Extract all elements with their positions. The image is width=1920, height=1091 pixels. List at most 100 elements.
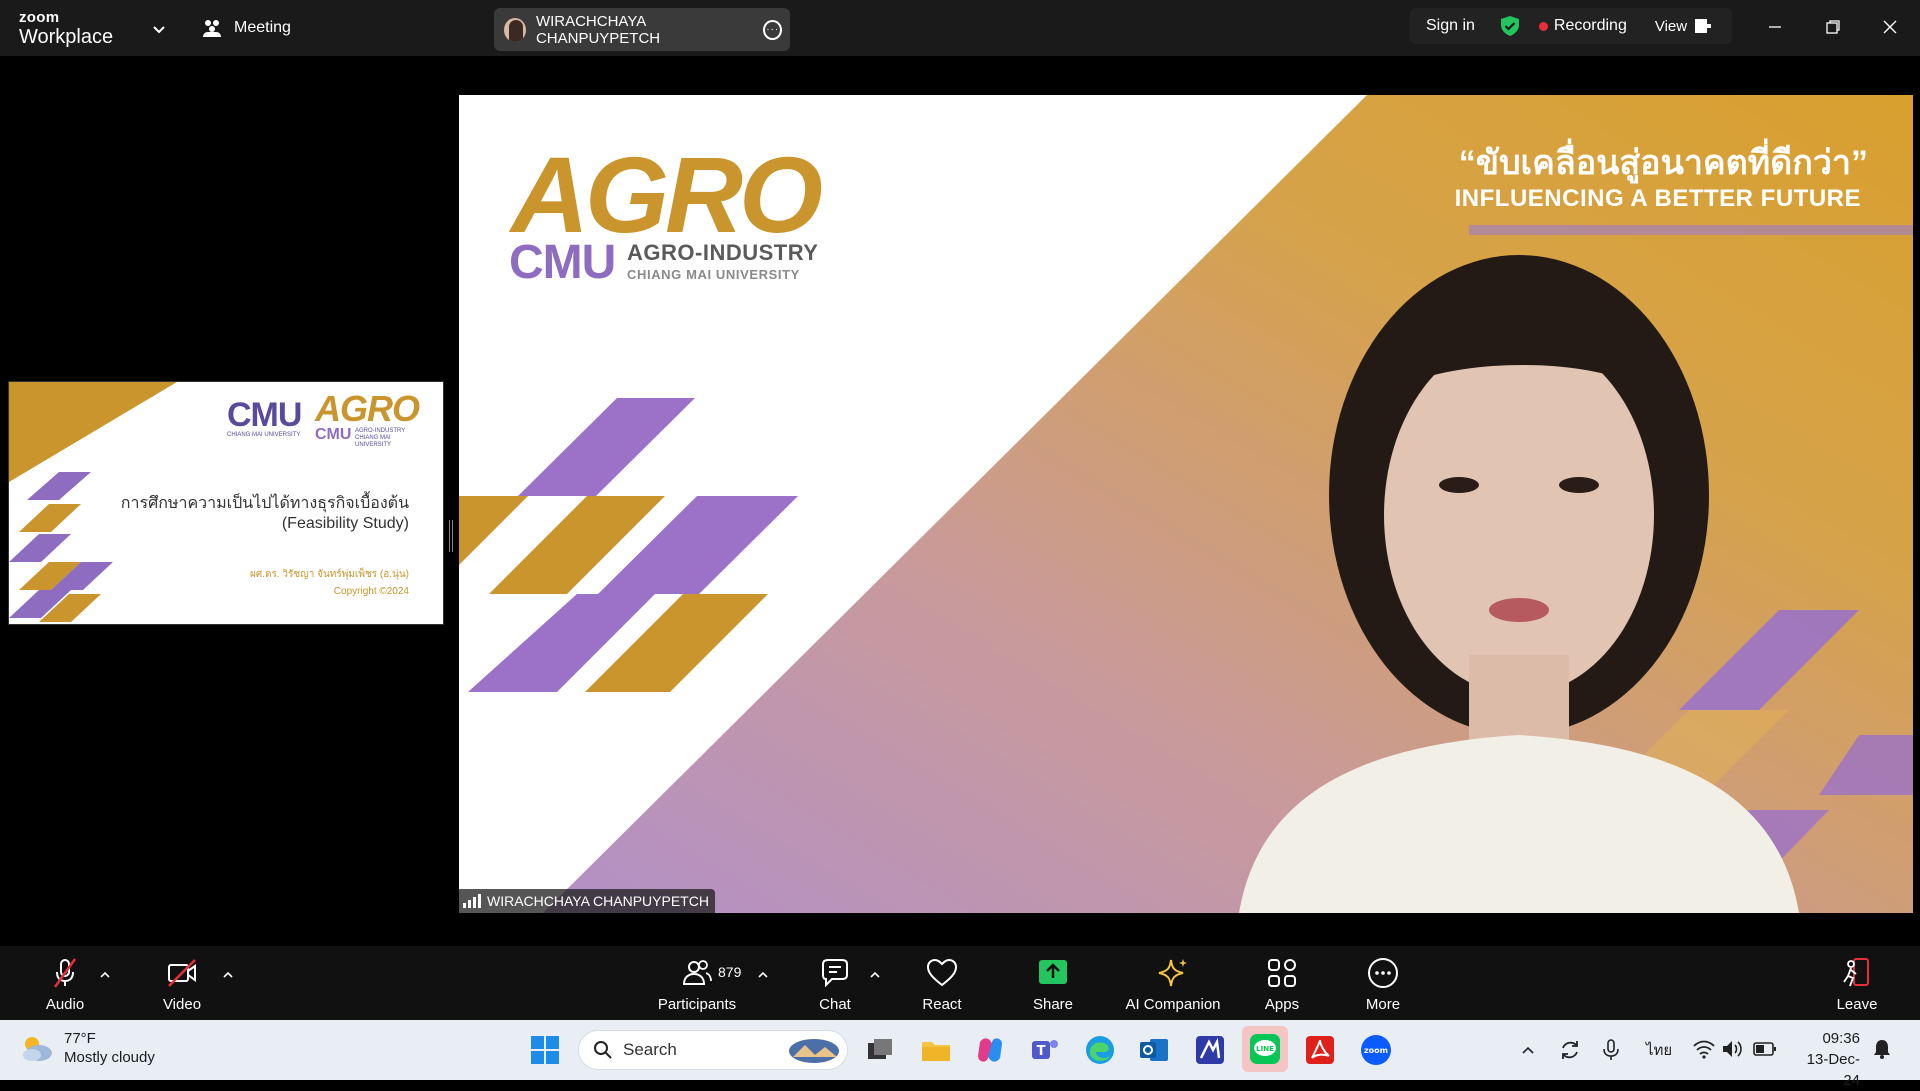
weather-temperature: 77°F xyxy=(64,1030,96,1047)
participants-icon xyxy=(682,960,712,985)
audio-options-caret-icon[interactable] xyxy=(98,968,112,982)
ai-companion-label: AI Companion xyxy=(1125,996,1221,1013)
restore-button[interactable] xyxy=(1818,14,1848,40)
close-button[interactable] xyxy=(1875,14,1905,40)
apps-button[interactable]: Apps xyxy=(1237,956,1327,1013)
video-options-caret-icon[interactable] xyxy=(221,968,235,982)
leave-button[interactable]: Leave xyxy=(1812,956,1902,1013)
slogan-thai: “ขับเคลื่อนสู่อนาคตที่ดีกว่า” xyxy=(1458,144,1868,182)
taskbar-search-box[interactable]: Search xyxy=(578,1030,848,1070)
share-button[interactable]: Share xyxy=(1008,956,1098,1013)
volume-icon[interactable] xyxy=(1720,1038,1744,1060)
chat-label: Chat xyxy=(819,996,851,1013)
search-icon xyxy=(594,1041,612,1059)
svg-text:T: T xyxy=(1037,1044,1046,1059)
cloudy-weather-icon xyxy=(23,1037,52,1061)
restore-icon xyxy=(1826,20,1840,34)
resize-handle[interactable] xyxy=(449,520,454,552)
sync-icon[interactable] xyxy=(1558,1038,1582,1062)
recording-label: Recording xyxy=(1553,17,1627,34)
view-button[interactable]: View xyxy=(1654,17,1712,35)
chiang-mai-university-text: CHIANG MAI UNIVERSITY xyxy=(627,267,800,282)
copilot-icon[interactable] xyxy=(972,1032,1008,1068)
share-label: Share xyxy=(1032,996,1074,1013)
acrobat-icon[interactable] xyxy=(1302,1032,1338,1068)
chat-bubble-icon xyxy=(822,959,848,988)
weather-widget[interactable]: 77°F Mostly cloudy xyxy=(20,1029,155,1067)
slide-credits: ผศ.ดร. วิรัชญา จันทร์พุ่มเพ็ชร (อ.นุ่น) … xyxy=(250,566,409,600)
meeting-titlebar: zoom Workplace Meeting WIRACHCHAYA CHANP… xyxy=(0,0,1920,56)
zoom-workplace-logo[interactable]: zoom Workplace xyxy=(19,10,113,47)
edge-icon[interactable] xyxy=(1082,1032,1118,1068)
brand-small: zoom xyxy=(19,9,60,26)
teams-icon[interactable]: T xyxy=(1027,1032,1063,1068)
leave-label: Leave xyxy=(1836,996,1878,1013)
chat-button[interactable]: Chat xyxy=(790,956,880,1013)
speaker-avatar xyxy=(504,17,526,42)
more-button[interactable]: More xyxy=(1338,956,1428,1013)
input-language[interactable]: ไทย xyxy=(1646,1038,1672,1062)
slide-copyright: Copyright ©2024 xyxy=(333,586,409,597)
zoom-taskbar-icon[interactable]: zoom xyxy=(1358,1032,1394,1068)
active-speaker-pill[interactable]: WIRACHCHAYA CHANPUYPETCH ··· xyxy=(494,8,790,51)
code-editor-icon[interactable] xyxy=(1192,1032,1228,1068)
ai-companion-button[interactable]: AI Companion xyxy=(1113,956,1233,1013)
view-label: View xyxy=(1654,17,1688,35)
recording-indicator[interactable]: Recording xyxy=(1538,17,1627,35)
svg-text:zoom: zoom xyxy=(1364,1046,1388,1055)
search-placeholder: Search xyxy=(623,1040,677,1059)
microphone-muted-icon xyxy=(53,958,77,988)
shared-slide-thumbnail[interactable]: CMU CHIANG MAI UNIVERSITY AGRO CMU AGRO-… xyxy=(8,381,444,625)
minimize-button[interactable] xyxy=(1760,14,1790,40)
windows-taskbar: 77°F Mostly cloudy Search T LINE zoom ไท… xyxy=(0,1020,1920,1089)
windows-start-icon[interactable] xyxy=(527,1032,563,1068)
agro-logo-text: AGRO xyxy=(315,388,420,429)
encryption-shield-icon[interactable] xyxy=(1499,15,1521,37)
sign-in-button[interactable]: Sign in xyxy=(1426,17,1475,35)
outlook-icon[interactable] xyxy=(1136,1032,1172,1068)
microphone-tray-icon[interactable] xyxy=(1600,1038,1622,1062)
meeting-controls-bar: Audio Video Participants 879 Chat React … xyxy=(0,946,1920,1020)
heart-icon xyxy=(926,958,958,987)
more-dots-icon xyxy=(1368,958,1398,988)
show-hidden-icons-chevron-icon[interactable] xyxy=(1520,1042,1536,1058)
agro-industry-text: AGRO-INDUSTRY xyxy=(627,240,819,265)
slogan-english: INFLUENCING A BETTER FUTURE xyxy=(1454,185,1861,212)
meeting-label: Meeting xyxy=(234,19,291,36)
meeting-info-button[interactable]: Meeting xyxy=(200,16,291,40)
audio-button[interactable]: Audio xyxy=(20,956,110,1013)
battery-icon[interactable] xyxy=(1752,1038,1778,1060)
topbar-right-group: Sign in Recording View xyxy=(1410,8,1732,44)
notification-bell-icon[interactable] xyxy=(1872,1038,1892,1060)
share-screen-icon xyxy=(1039,960,1067,984)
line-app-highlight[interactable]: LINE xyxy=(1242,1026,1288,1072)
chevron-down-icon[interactable] xyxy=(150,20,168,38)
svg-text:LINE: LINE xyxy=(1256,1045,1274,1053)
line-app-icon: LINE xyxy=(1250,1034,1280,1064)
meeting-people-icon xyxy=(203,20,221,37)
camera-off-icon xyxy=(168,959,196,987)
participant-name: WIRACHCHAYA CHANPUYPETCH xyxy=(487,893,709,909)
task-view-icon[interactable] xyxy=(862,1032,898,1068)
slide-author: ผศ.ดร. วิรัชญา จันทร์พุ่มเพ็ชร (อ.นุ่น) xyxy=(250,569,409,580)
leave-door-icon xyxy=(1843,958,1869,987)
cmu-logo-text: CMU xyxy=(227,396,302,434)
clock-date: 13-Dec-24 xyxy=(1806,1051,1860,1089)
video-button[interactable]: Video xyxy=(137,956,227,1013)
file-explorer-icon[interactable] xyxy=(918,1032,954,1068)
react-button[interactable]: React xyxy=(897,956,987,1013)
active-speaker-name: WIRACHCHAYA CHANPUYPETCH xyxy=(535,12,661,47)
participants-label: Participants xyxy=(657,996,737,1013)
slide-title: การศึกษาความเป็นไปได้ทางธุรกิจเบื้องต้น … xyxy=(121,494,409,534)
more-label: More xyxy=(1365,996,1401,1013)
main-speaker-video[interactable]: AGRO CMU AGRO-INDUSTRY CHIANG MAI UNIVER… xyxy=(459,95,1913,913)
connection-signal-icon xyxy=(463,894,481,908)
system-clock[interactable]: 09:36 13-Dec-24 xyxy=(1790,1028,1860,1091)
participants-options-caret-icon[interactable] xyxy=(756,968,770,982)
clock-time: 09:36 xyxy=(1822,1030,1860,1047)
wifi-icon[interactable] xyxy=(1692,1038,1716,1060)
chat-options-caret-icon[interactable] xyxy=(868,968,882,982)
more-options-icon[interactable]: ··· xyxy=(763,19,782,40)
participant-name-tag: WIRACHCHAYA CHANPUYPETCH xyxy=(459,889,715,913)
video-label: Video xyxy=(162,996,202,1013)
